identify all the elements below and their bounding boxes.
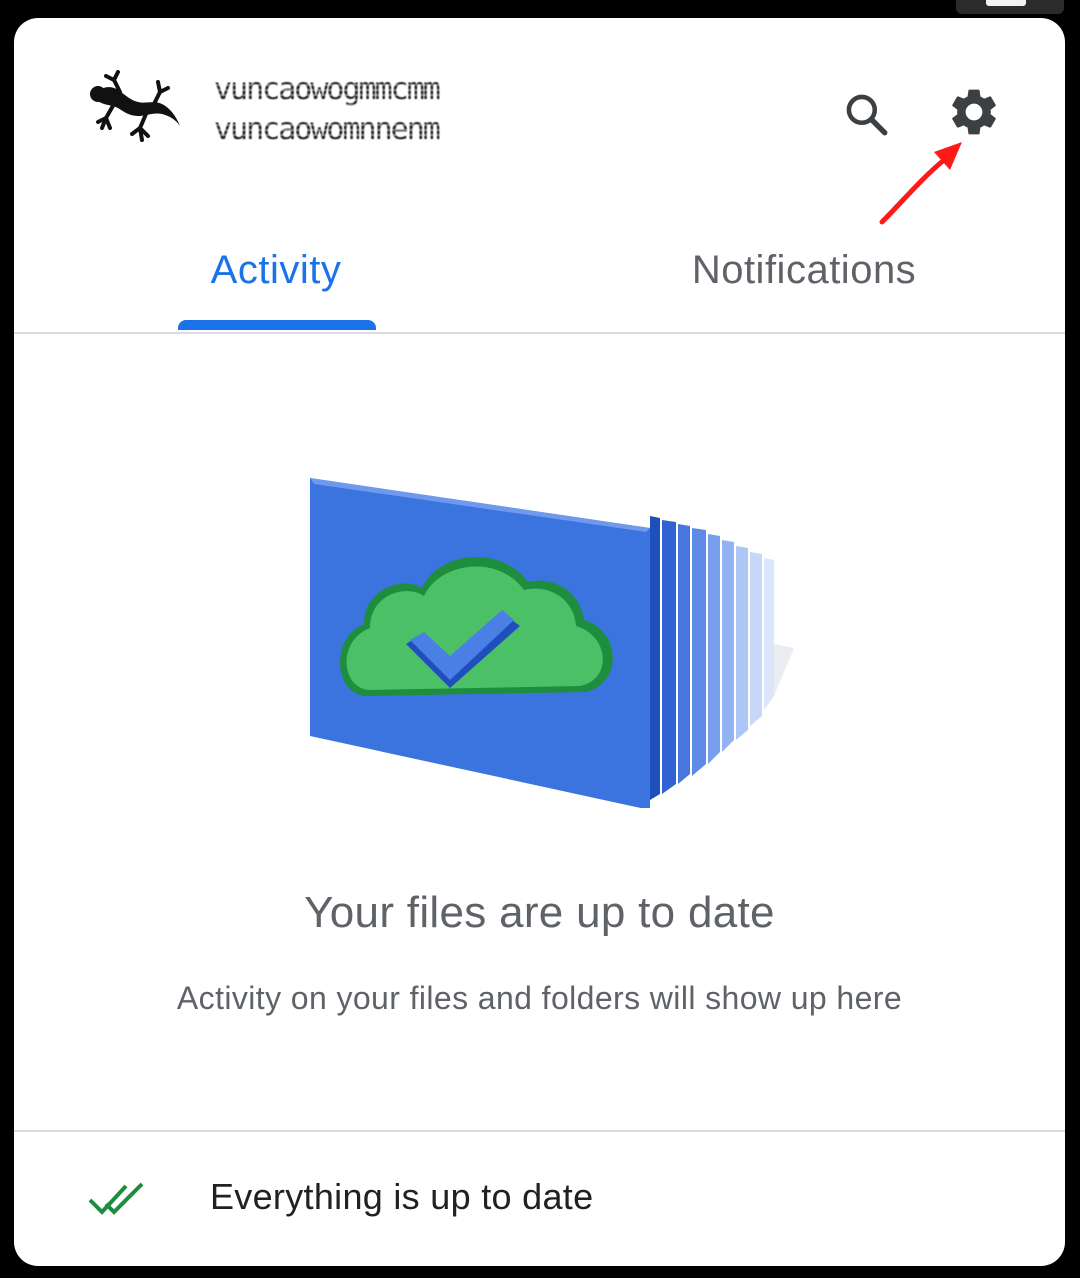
account-email: vuncaowomnnenm <box>214 112 441 147</box>
empty-state-title: Your files are up to date <box>304 888 775 937</box>
active-tab-indicator <box>178 320 376 330</box>
drive-popup-panel: vuncaowogmmcmm vuncaowomnnenm Activity N… <box>14 18 1065 1266</box>
tab-notifications[interactable]: Notifications <box>654 208 954 332</box>
account-name: vuncaowogmmcmm <box>214 72 441 107</box>
gecko-avatar-icon <box>90 70 180 142</box>
tab-bar: Activity Notifications <box>14 208 1065 334</box>
account-info: vuncaowogmmcmm vuncaowomnnenm <box>214 70 634 166</box>
sync-status-bar: Everything is up to date <box>14 1130 1065 1266</box>
window-corner-tab <box>956 0 1064 14</box>
empty-state-subtitle: Activity on your files and folders will … <box>176 980 903 1016</box>
header: vuncaowogmmcmm vuncaowomnnenm <box>14 18 1065 225</box>
sync-status-text: Everything is up to date <box>210 1176 594 1217</box>
tab-activity[interactable]: Activity <box>176 208 376 332</box>
double-check-icon <box>88 1182 144 1215</box>
cloud-check-folder-illustration <box>310 478 794 808</box>
